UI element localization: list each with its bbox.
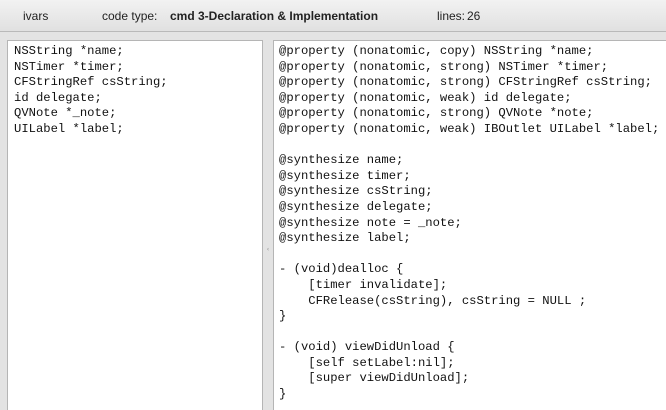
- code-type-value[interactable]: cmd 3-Declaration & Implementation: [170, 9, 378, 23]
- implementation-line: @synthesize delegate;: [279, 199, 433, 214]
- lines-label: lines:: [437, 9, 466, 23]
- implementation-line: @synthesize timer;: [279, 168, 411, 183]
- implementation-code[interactable]: @property (nonatomic, copy) NSString *na…: [274, 41, 666, 403]
- lines-value: 26: [467, 9, 481, 23]
- code-type-label: code type:: [102, 9, 158, 23]
- implementation-line: - (void) viewDidUnload {: [279, 340, 455, 355]
- implementation-line: CFRelease(csString), csString = NULL ;: [279, 293, 587, 308]
- implementation-line: @synthesize note = _note;: [279, 215, 462, 230]
- header-divider: [0, 31, 666, 32]
- snippet-header: ivars code type: cmd 3-Declaration & Imp…: [0, 0, 666, 32]
- implementation-line: @property (nonatomic, strong) QVNote *no…: [279, 106, 594, 121]
- implementation-line: @property (nonatomic, strong) CFStringRe…: [279, 75, 652, 90]
- implementation-line: [279, 325, 666, 341]
- implementation-line: [self setLabel:nil];: [279, 355, 455, 370]
- declaration-line: NSTimer *timer;: [14, 59, 124, 74]
- declaration-line: CFStringRef csString;: [14, 75, 168, 90]
- splitter-grip-icon[interactable]: ‹: [265, 247, 271, 253]
- implementation-line: [279, 247, 666, 263]
- implementation-line: }: [279, 309, 287, 324]
- declaration-line: QVNote *_note;: [14, 106, 117, 121]
- declaration-pane[interactable]: NSString *name; NSTimer *timer; CFStringRe…: [7, 40, 263, 410]
- implementation-line: @property (nonatomic, strong) NSTimer *t…: [279, 59, 609, 74]
- declaration-line: UILabel *label;: [14, 121, 124, 136]
- declaration-line: NSString *name;: [14, 44, 124, 58]
- implementation-line: [super viewDidUnload];: [279, 371, 470, 386]
- implementation-line: }: [279, 387, 287, 402]
- pane-splitter[interactable]: ‹: [263, 40, 273, 410]
- implementation-line: [timer invalidate];: [279, 277, 448, 292]
- implementation-pane[interactable]: @property (nonatomic, copy) NSString *na…: [273, 40, 666, 410]
- implementation-line: - (void)dealloc {: [279, 262, 404, 277]
- implementation-line: @property (nonatomic, weak) IBOutlet UIL…: [279, 121, 660, 136]
- snippet-window: ivars code type: cmd 3-Declaration & Imp…: [0, 0, 666, 410]
- implementation-line: @synthesize csString;: [279, 184, 433, 199]
- declaration-code[interactable]: NSString *name; NSTimer *timer; CFStringRe…: [8, 41, 262, 138]
- implementation-line: @synthesize label;: [279, 231, 411, 246]
- implementation-line: [279, 138, 666, 154]
- snippet-title: ivars: [23, 9, 49, 23]
- implementation-line: @property (nonatomic, weak) id delegate;: [279, 90, 572, 105]
- implementation-line: @synthesize name;: [279, 153, 404, 168]
- implementation-line: @property (nonatomic, copy) NSString *na…: [279, 44, 594, 58]
- declaration-line: id delegate;: [14, 90, 102, 105]
